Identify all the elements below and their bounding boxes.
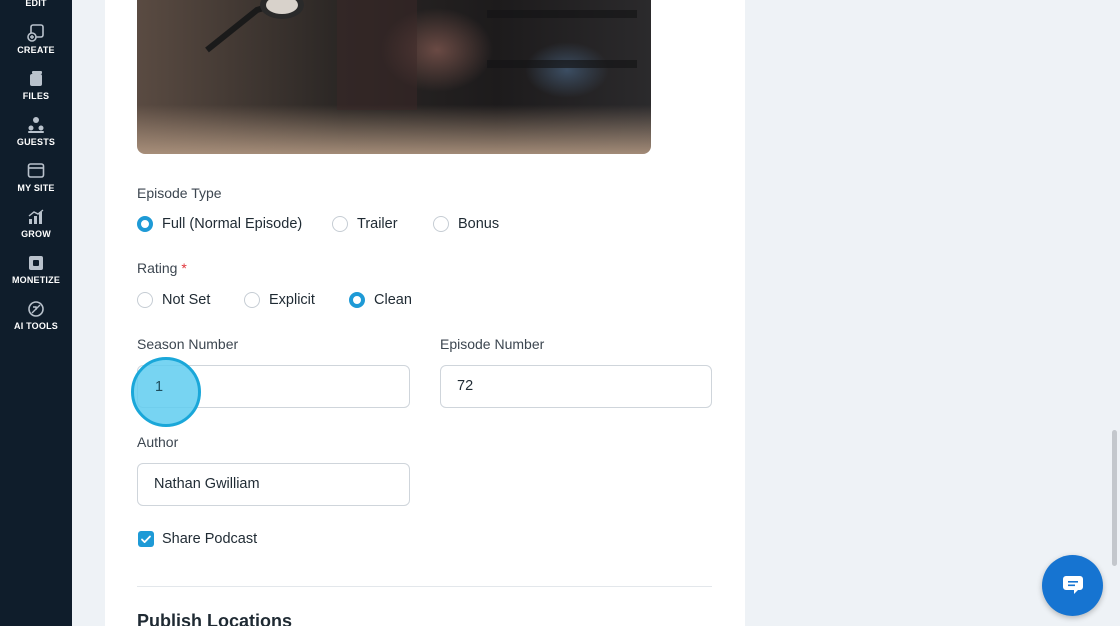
sidebar: EDIT CREATE FILES GUESTS MY SITE GROW MO… (0, 0, 72, 626)
episode-number-input[interactable]: 72 (440, 365, 712, 408)
nav-files-label: FILES (22, 91, 50, 101)
nav-grow-label: GROW (21, 229, 51, 239)
nav-create-label: CREATE (17, 45, 55, 55)
nav-grow[interactable]: GROW (0, 208, 72, 239)
click-indicator (131, 357, 201, 427)
nav-edit-label: EDIT (25, 0, 47, 8)
season-number-value[interactable]: 1 (155, 379, 163, 395)
section-divider (137, 586, 712, 587)
author-input[interactable]: Nathan Gwilliam (137, 463, 410, 506)
rating-label: Rating * (137, 260, 187, 276)
nav-guests-label: GUESTS (16, 137, 56, 147)
episode-type-option-full[interactable]: Full (Normal Episode) (162, 216, 302, 232)
guests-icon (28, 117, 44, 133)
author-label: Author (137, 434, 179, 450)
rating-option-clean[interactable]: Clean (374, 292, 412, 308)
season-number-label: Season Number (137, 336, 239, 352)
episode-number-label: Episode Number (440, 336, 545, 352)
episode-type-radio-full[interactable] (137, 216, 153, 232)
create-icon (27, 24, 44, 42)
nav-ai-tools-label: AI TOOLS (14, 321, 58, 331)
nav-my-site[interactable]: MY SITE (0, 162, 72, 193)
rating-radio-not-set[interactable] (137, 292, 153, 308)
chat-icon (1063, 576, 1083, 594)
rating-label-text: Rating (137, 260, 178, 276)
microphone-graphic (205, 0, 304, 53)
nav-guests[interactable]: GUESTS (0, 116, 72, 147)
nav-monetize[interactable]: MONETIZE (0, 254, 72, 285)
share-podcast-label[interactable]: Share Podcast (162, 531, 257, 547)
rating-option-not-set[interactable]: Not Set (162, 292, 210, 308)
nav-my-site-label: MY SITE (17, 183, 55, 193)
rating-radio-clean[interactable] (349, 292, 365, 308)
episode-type-label: Episode Type (137, 185, 222, 201)
rating-radio-explicit[interactable] (244, 292, 260, 308)
episode-type-option-trailer[interactable]: Trailer (357, 216, 398, 232)
nav-monetize-label: MONETIZE (11, 275, 61, 285)
grow-icon (28, 209, 44, 224)
files-icon (30, 71, 42, 86)
episode-type-radio-trailer[interactable] (332, 216, 348, 232)
chat-button[interactable] (1042, 555, 1103, 616)
episode-cover-image (137, 0, 651, 154)
nav-create[interactable]: CREATE (0, 24, 72, 55)
nav-ai-tools[interactable]: AI TOOLS (0, 300, 72, 331)
nav-files[interactable]: FILES (0, 70, 72, 101)
share-podcast-checkbox[interactable] (138, 531, 154, 547)
checkmark-icon (141, 535, 151, 543)
publish-locations-title: Publish Locations (137, 611, 293, 626)
scrollbar-thumb[interactable] (1112, 430, 1117, 566)
my-site-icon (27, 163, 45, 178)
required-mark: * (181, 260, 187, 276)
rating-option-explicit[interactable]: Explicit (269, 292, 315, 308)
ai-tools-icon (28, 301, 44, 317)
monetize-icon (29, 256, 43, 270)
episode-type-radio-bonus[interactable] (433, 216, 449, 232)
episode-type-option-bonus[interactable]: Bonus (458, 216, 499, 232)
nav-edit[interactable]: EDIT (0, 0, 72, 8)
